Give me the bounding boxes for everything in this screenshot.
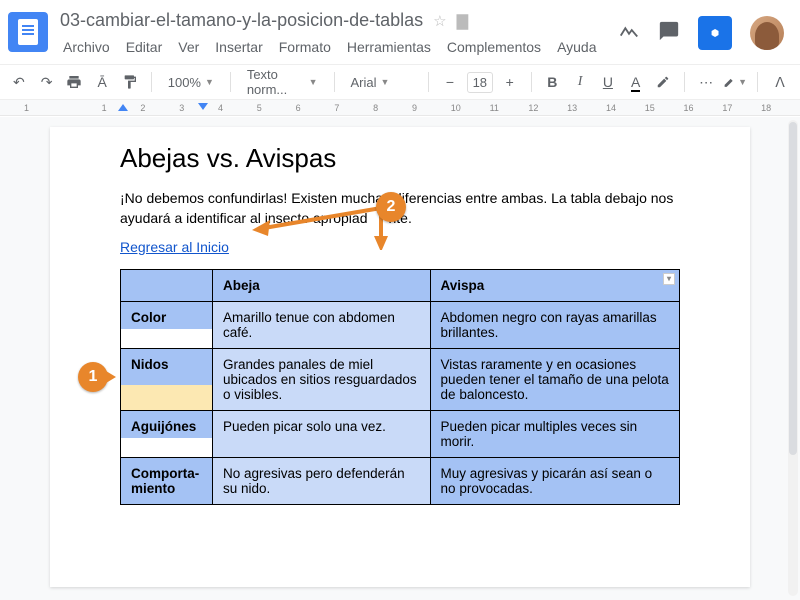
column-menu-icon[interactable]: ▾ <box>663 273 675 285</box>
font-size-decrease[interactable]: − <box>439 70 461 94</box>
collapse-toolbar-button[interactable]: ᐱ <box>768 70 792 94</box>
star-icon[interactable]: ☆ <box>433 12 446 30</box>
menu-complementos[interactable]: Complementos <box>440 35 548 59</box>
menubar: Archivo Editar Ver Insertar Formato Herr… <box>56 35 618 59</box>
cell-color-avispa[interactable]: Abdomen negro con rayas amarillas brilla… <box>430 301 679 348</box>
editing-mode-button[interactable]: ▼ <box>723 70 747 94</box>
cell-comportamiento-avispa[interactable]: Muy agresivas y picarán así sean o no pr… <box>430 457 679 504</box>
menu-archivo[interactable]: Archivo <box>56 35 117 59</box>
callout-badge-2: 2 <box>376 192 406 222</box>
redo-button[interactable]: ↷ <box>36 70 58 94</box>
paragraph-style-select[interactable]: Texto norm...▼ <box>241 65 324 99</box>
return-link[interactable]: Regresar al Inicio <box>120 239 229 255</box>
font-select[interactable]: Arial▼ <box>344 73 418 92</box>
comparison-table[interactable]: Abeja Avispa ▾ Color Amarillo tenue con … <box>120 269 680 505</box>
vertical-scrollbar[interactable] <box>788 120 798 596</box>
account-avatar[interactable] <box>750 16 784 50</box>
table-row: Color Amarillo tenue con abdomen café. A… <box>121 301 680 348</box>
menu-herramientas[interactable]: Herramientas <box>340 35 438 59</box>
share-button[interactable]: ⬢ <box>698 16 732 50</box>
table-header-avispa[interactable]: Avispa ▾ <box>430 269 679 301</box>
table-row: Aguijónes Pueden picar solo una vez. Pue… <box>121 410 680 457</box>
font-size-input[interactable]: 18 <box>467 72 493 93</box>
font-size-increase[interactable]: + <box>499 70 521 94</box>
comments-icon[interactable] <box>658 20 680 47</box>
text-color-button[interactable]: A <box>625 70 647 94</box>
callout-badge-1: 1 <box>78 362 108 392</box>
table-header-row: Abeja Avispa ▾ <box>121 269 680 301</box>
table-header-abeja[interactable]: Abeja <box>213 269 431 301</box>
ruler-indent-top-icon[interactable] <box>118 103 128 111</box>
print-button[interactable] <box>64 70 86 94</box>
table-corner-cell[interactable] <box>121 269 213 301</box>
table-row: Nidos Grandes panales de miel ubicados e… <box>121 348 680 410</box>
italic-button[interactable]: I <box>569 70 591 94</box>
zoom-select[interactable]: 100%▼ <box>162 73 220 92</box>
undo-button[interactable]: ↶ <box>8 70 30 94</box>
cell-comportamiento-abeja[interactable]: No agresivas pero defenderán su nido. <box>213 457 431 504</box>
ruler[interactable]: 1123456789101112131415161718 <box>0 100 800 116</box>
row-label-comportamiento[interactable]: Comporta-miento <box>121 457 213 504</box>
callout-arrow-icon <box>246 200 396 255</box>
menu-formato[interactable]: Formato <box>272 35 338 59</box>
row-label-nidos[interactable]: Nidos <box>121 348 213 410</box>
underline-button[interactable]: U <box>597 70 619 94</box>
more-button[interactable]: ⋯ <box>695 70 717 94</box>
menu-insertar[interactable]: Insertar <box>208 35 269 59</box>
menu-editar[interactable]: Editar <box>119 35 170 59</box>
document-canvas: Abejas vs. Avispas ¡No debemos confundir… <box>0 117 800 600</box>
titlebar: 03-cambiar-el-tamano-y-la-posicion-de-ta… <box>0 0 800 64</box>
bold-button[interactable]: B <box>541 70 563 94</box>
row-label-color[interactable]: Color <box>121 301 213 348</box>
scrollbar-thumb[interactable] <box>789 122 797 455</box>
cell-color-abeja[interactable]: Amarillo tenue con abdomen café. <box>213 301 431 348</box>
header-actions: ⬢ <box>618 16 784 50</box>
row-label-aguijones[interactable]: Aguijónes <box>121 410 213 457</box>
cell-nidos-avispa[interactable]: Vistas raramente y en ocasiones pueden t… <box>430 348 679 410</box>
cell-aguijones-avispa[interactable]: Pueden picar multiples veces sin morir. <box>430 410 679 457</box>
highlight-button[interactable] <box>653 70 675 94</box>
document-title-row: 03-cambiar-el-tamano-y-la-posicion-de-ta… <box>56 8 618 33</box>
activity-icon[interactable] <box>618 20 640 47</box>
menu-ver[interactable]: Ver <box>171 35 206 59</box>
toolbar: ↶ ↷ Ā 100%▼ Texto norm...▼ Arial▼ − 18 +… <box>0 64 800 100</box>
ruler-indent-bottom-icon[interactable] <box>198 103 208 111</box>
folder-icon[interactable]: ▇ <box>457 12 469 30</box>
cell-aguijones-abeja[interactable]: Pueden picar solo una vez. <box>213 410 431 457</box>
paint-format-button[interactable] <box>119 70 141 94</box>
menu-ayuda[interactable]: Ayuda <box>550 35 603 59</box>
cell-nidos-abeja[interactable]: Grandes panales de miel ubicados en siti… <box>213 348 431 410</box>
docs-app-icon[interactable] <box>8 12 48 52</box>
document-title[interactable]: 03-cambiar-el-tamano-y-la-posicion-de-ta… <box>60 10 423 31</box>
table-row: Comporta-miento No agresivas pero defend… <box>121 457 680 504</box>
page-title[interactable]: Abejas vs. Avispas <box>120 143 680 174</box>
spellcheck-button[interactable]: Ā <box>91 70 113 94</box>
